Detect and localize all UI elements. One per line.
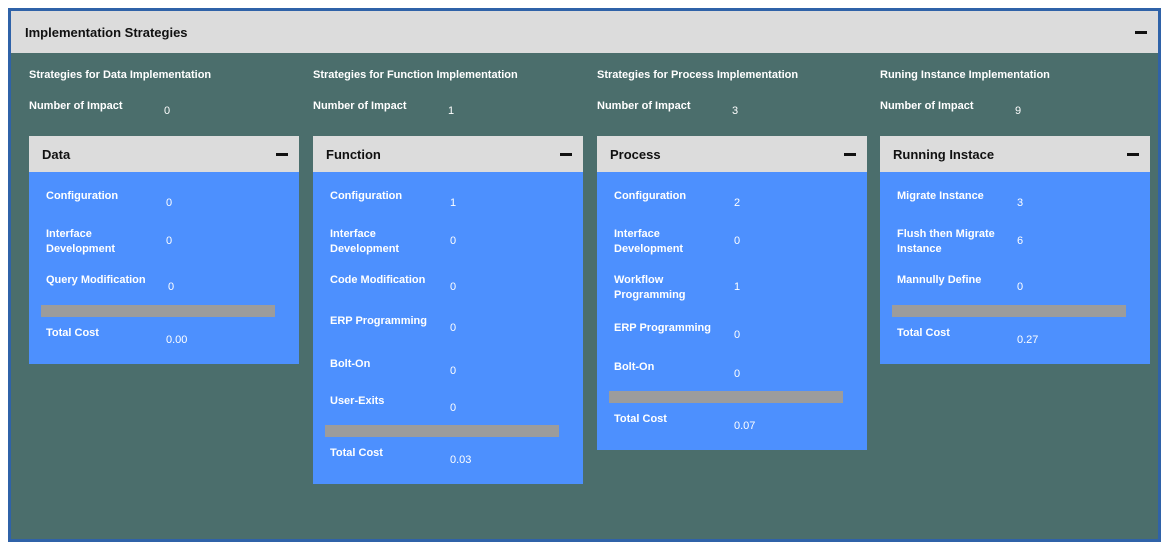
total-cost-value: 0.07: [734, 420, 756, 432]
panel-title: Implementation Strategies: [25, 24, 188, 40]
column-heading: Strategies for Process Implementation: [597, 69, 799, 81]
strategy-label: Bolt-On: [614, 361, 655, 373]
total-cost-label: Total Cost: [897, 327, 950, 339]
implementation-strategies-panel: Implementation Strategies Strategies for…: [8, 8, 1161, 542]
card-title: Running Instace: [893, 146, 995, 162]
card-collapse-icon[interactable]: [559, 147, 573, 161]
strategy-value: 2: [734, 197, 741, 209]
card-title: Process: [610, 146, 661, 162]
strategy-value: 3: [1017, 197, 1024, 209]
data-card: Data Configuration 0 Interface Developme…: [29, 136, 299, 364]
total-cost-label: Total Cost: [330, 447, 383, 459]
impact-label: Number of Impact: [313, 100, 407, 112]
strategy-value: 0: [450, 365, 457, 377]
separator-bar: [609, 391, 843, 403]
impact-value: 9: [1015, 105, 1022, 117]
strategy-label: Migrate Instance: [897, 190, 984, 202]
strategy-label: Interface Development: [46, 228, 116, 255]
strategy-value: 6: [1017, 235, 1024, 247]
strategy-label: Mannully Define: [897, 274, 982, 286]
strategy-label: User-Exits: [330, 395, 385, 407]
card-header: Running Instace: [880, 136, 1150, 172]
panel-collapse-icon[interactable]: [1134, 25, 1148, 39]
strategy-value: 1: [450, 197, 457, 209]
impact-label: Number of Impact: [880, 100, 974, 112]
strategy-value: 0: [734, 329, 741, 341]
strategy-value: 0: [166, 197, 173, 209]
total-cost-value: 0.03: [450, 454, 472, 466]
function-card: Function Configuration 1 Interface Devel…: [313, 136, 583, 484]
strategy-value: 0: [450, 281, 457, 293]
total-cost-value: 0.27: [1017, 334, 1039, 346]
separator-bar: [892, 305, 1126, 317]
strategy-label: Flush then Migrate Instance: [897, 228, 995, 255]
card-title: Data: [42, 146, 71, 162]
separator-bar: [325, 425, 559, 437]
impact-value: 0: [164, 105, 171, 117]
separator-bar: [41, 305, 275, 317]
card-header: Function: [313, 136, 583, 172]
strategy-label: Interface Development: [614, 228, 684, 255]
strategy-value: 0: [450, 235, 457, 247]
strategy-label: Interface Development: [330, 228, 400, 255]
total-cost-label: Total Cost: [46, 327, 99, 339]
strategy-value: 0: [450, 322, 457, 334]
strategy-value: 0: [450, 402, 457, 414]
column-heading: Runing Instance Implementation: [880, 69, 1050, 81]
strategy-value: 0: [1017, 281, 1024, 293]
process-card: Process Configuration 2 Interface Develo…: [597, 136, 867, 450]
impact-label: Number of Impact: [597, 100, 691, 112]
strategy-label: ERP Programming: [330, 315, 427, 327]
total-cost-label: Total Cost: [614, 413, 667, 425]
strategy-label: Configuration: [46, 190, 119, 202]
card-collapse-icon[interactable]: [843, 147, 857, 161]
running-instance-card: Running Instace Migrate Instance 3 Flush…: [880, 136, 1150, 364]
strategy-value: 0: [166, 235, 173, 247]
strategy-value: 1: [734, 281, 741, 293]
card-title: Function: [326, 146, 381, 162]
total-cost-value: 0.00: [166, 334, 188, 346]
strategy-label: Workflow Programming: [614, 274, 686, 301]
strategy-label: Configuration: [330, 190, 403, 202]
column-heading: Strategies for Function Implementation: [313, 69, 518, 81]
impact-value: 3: [732, 105, 739, 117]
strategy-label: Query Modification: [46, 274, 146, 286]
card-header: Data: [29, 136, 299, 172]
strategy-value: 0: [734, 235, 741, 247]
column-heading: Strategies for Data Implementation: [29, 69, 212, 81]
card-header: Process: [597, 136, 867, 172]
strategy-label: Code Modification: [330, 274, 426, 286]
strategy-value: 0: [168, 281, 175, 293]
card-collapse-icon[interactable]: [1126, 147, 1140, 161]
strategy-label: Bolt-On: [330, 358, 371, 370]
impact-label: Number of Impact: [29, 100, 123, 112]
strategy-label: Configuration: [614, 190, 687, 202]
strategy-value: 0: [734, 368, 741, 380]
impact-value: 1: [448, 105, 455, 117]
card-collapse-icon[interactable]: [275, 147, 289, 161]
strategy-label: ERP Programming: [614, 322, 711, 334]
panel-header: Implementation Strategies: [11, 11, 1158, 53]
